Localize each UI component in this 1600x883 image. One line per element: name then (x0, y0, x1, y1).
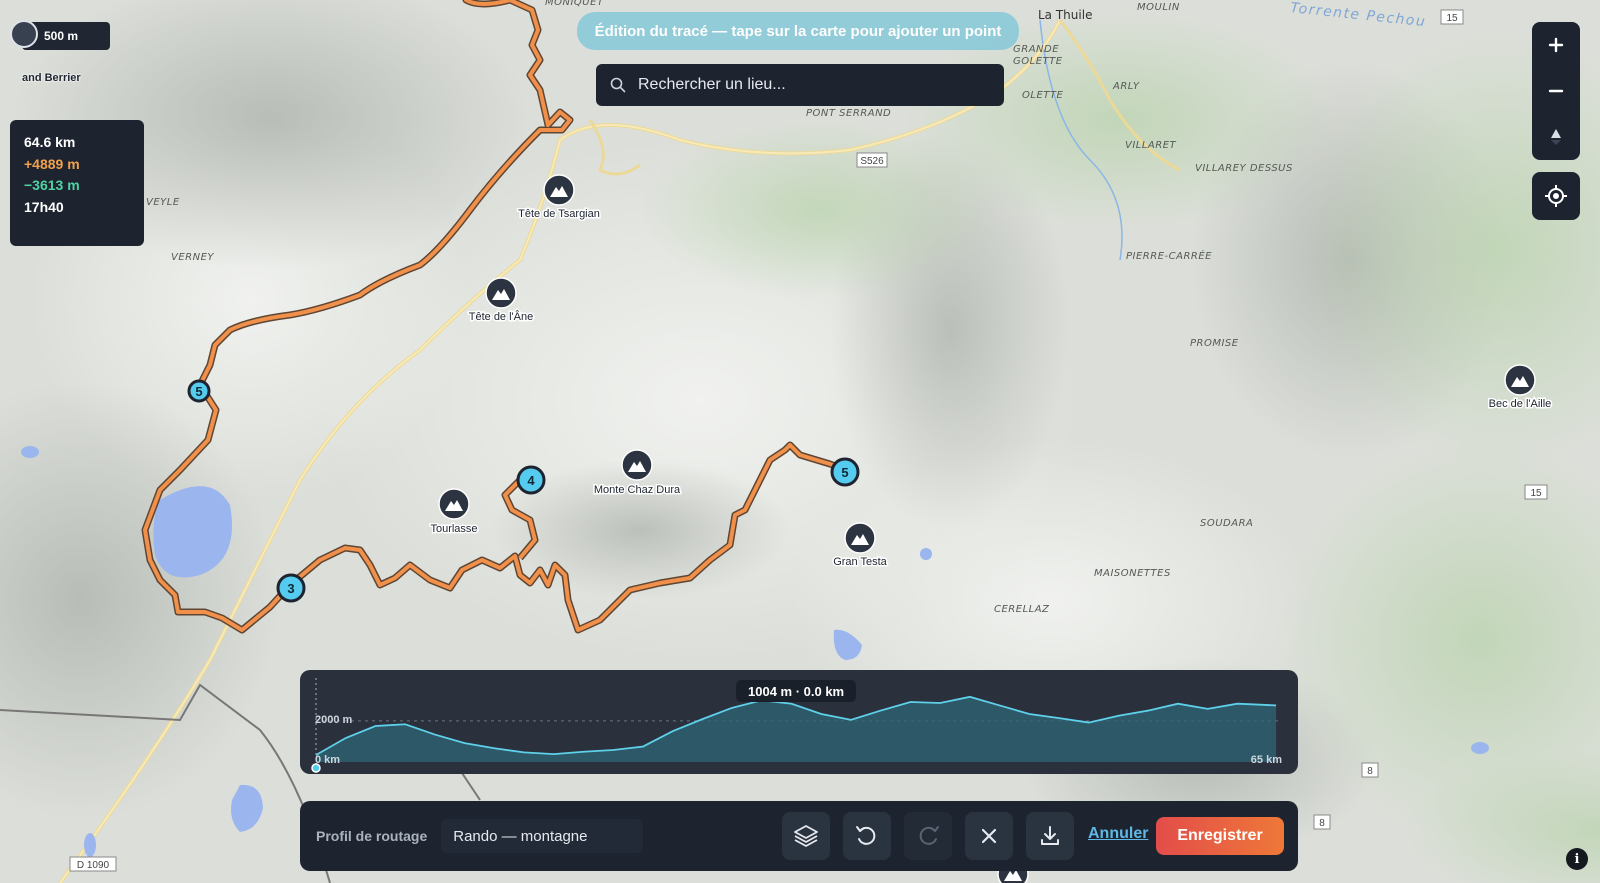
minus-icon (1548, 89, 1564, 93)
place-label: VERNEY (171, 252, 214, 263)
svg-text:S526: S526 (860, 156, 884, 167)
waypoint-marker[interactable]: 5 (830, 457, 860, 487)
place-label: ARLY (1112, 81, 1140, 92)
zoom-controls (1532, 22, 1580, 160)
download-icon (1041, 826, 1059, 845)
svg-text:5: 5 (195, 384, 202, 399)
elevation-y-label: 2000 m (315, 714, 353, 726)
svg-text:15: 15 (1530, 488, 1542, 499)
banner-text: Édition du tracé — tape sur la carte pou… (594, 22, 1002, 40)
scale-icon (10, 20, 38, 48)
distance-start-label: 0 km (315, 754, 341, 766)
routing-profile-label: Profil de routage (316, 828, 428, 844)
place-label: MONIQUET (545, 0, 604, 8)
layers-button[interactable] (782, 812, 830, 860)
compass-button[interactable] (1532, 114, 1580, 160)
info-button[interactable]: i (1566, 848, 1588, 870)
edit-mode-banner: Édition du tracé — tape sur la carte pou… (577, 12, 1019, 50)
undo-icon (856, 826, 876, 845)
place-label: OLETTE (1022, 90, 1063, 101)
road-shield: 8 (1313, 814, 1331, 830)
svg-text:Tourlasse: Tourlasse (430, 523, 477, 535)
search-input[interactable] (636, 75, 980, 95)
save-button-label: Enregistrer (1177, 827, 1263, 844)
road-shield: 15 (1524, 484, 1548, 500)
export-button[interactable] (1026, 812, 1074, 860)
elevation-area (316, 696, 1277, 762)
descent-value: −3613 m (24, 177, 80, 193)
place-label: La Thuile (1038, 8, 1092, 22)
duration-value: 17h40 (24, 198, 64, 215)
place-label: VILLARET (1125, 140, 1177, 151)
info-icon: i (1574, 851, 1580, 867)
undo-button[interactable] (843, 812, 891, 860)
routing-profile-value: Rando — montagne (453, 827, 588, 845)
road-shield: D 1090 (69, 856, 117, 872)
tooltip-text: 1004 m · 0.0 km (748, 683, 845, 699)
search-bar[interactable] (596, 64, 1004, 106)
close-icon (981, 828, 997, 844)
distance-end-label: 65 km (1250, 754, 1282, 766)
place-label: VEYLE (146, 197, 180, 208)
svg-text:4: 4 (527, 473, 535, 488)
svg-text:Gran Testa: Gran Testa (833, 556, 887, 568)
zoom-out-button[interactable] (1532, 68, 1580, 114)
svg-text:Tête de Tsargian: Tête de Tsargian (518, 208, 600, 220)
road-shield: 8 (1361, 762, 1379, 778)
ascent-value: +4889 m (24, 155, 80, 172)
editor-toolbar: Profil de routage Rando — montagne Annul… (300, 801, 1298, 871)
elevation-profile[interactable]: 1004 m · 0.0 km 2000 m 0 km 65 km (300, 670, 1298, 774)
place-label: and Berrier (22, 72, 81, 84)
svg-text:Bec de l'Aille: Bec de l'Aille (1489, 398, 1552, 410)
compass-icon (1551, 129, 1561, 145)
locate-button[interactable] (1532, 172, 1580, 220)
elevation-tooltip: 1004 m · 0.0 km (736, 680, 857, 702)
place-label: MAISONETTES (1094, 568, 1171, 579)
svg-text:8: 8 (1367, 766, 1373, 777)
crosshair-icon (1545, 185, 1567, 207)
svg-text:3: 3 (287, 581, 294, 596)
zoom-in-button[interactable] (1532, 22, 1580, 68)
routing-profile-select[interactable]: Rando — montagne (441, 819, 644, 853)
place-label: SOUDARA (1200, 518, 1253, 529)
scale-bar: 500 m and Berrier (10, 20, 110, 84)
svg-text:15: 15 (1446, 13, 1458, 24)
place-label: GRANDE (1013, 44, 1059, 55)
waypoint-marker[interactable]: 4 (516, 465, 546, 495)
scale-label: 500 m (44, 29, 79, 43)
svg-text:8: 8 (1319, 818, 1325, 829)
clear-route-button[interactable] (965, 812, 1013, 860)
redo-button[interactable] (904, 812, 952, 860)
plus-icon (1548, 37, 1564, 53)
road-shield: S526 (856, 152, 888, 168)
place-label: MOULIN (1137, 2, 1180, 13)
place-label: PIERRE-CARRÉE (1126, 249, 1212, 262)
cancel-link[interactable]: Annuler (1088, 825, 1148, 843)
place-label: GOLETTE (1013, 56, 1063, 67)
distance-value: 64.6 km (24, 134, 76, 150)
waypoint-marker[interactable]: 3 (276, 573, 306, 603)
svg-text:5: 5 (841, 465, 848, 480)
search-icon (610, 77, 626, 93)
layers-icon (794, 825, 818, 847)
svg-text:Monte Chaz Dura: Monte Chaz Dura (594, 484, 681, 496)
svg-text:D 1090: D 1090 (77, 860, 110, 871)
place-label: CERELLAZ (994, 604, 1050, 615)
place-label: PONT SERRAND (806, 108, 891, 119)
place-label: VILLAREY DESSUS (1195, 163, 1293, 174)
redo-icon (919, 826, 939, 845)
svg-text:Tête de l'Âne: Tête de l'Âne (469, 310, 533, 323)
waypoint-marker[interactable]: 5 (187, 379, 211, 403)
route-stats-panel: 64.6 km +4889 m −3613 m 17h40 (10, 120, 144, 246)
place-label: PROMISE (1190, 338, 1239, 349)
save-button[interactable]: Enregistrer (1156, 817, 1284, 855)
road-shield: 15 (1440, 9, 1464, 25)
